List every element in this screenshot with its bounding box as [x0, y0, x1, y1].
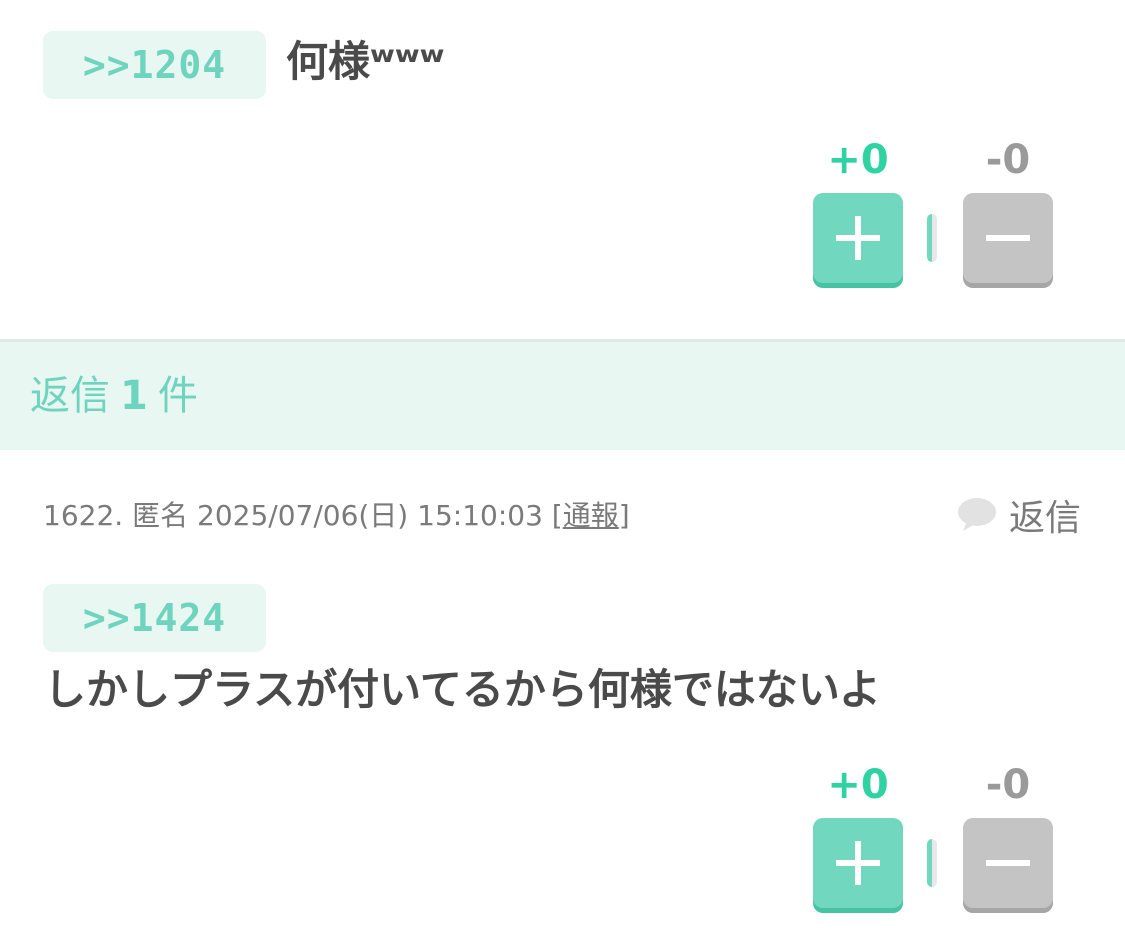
reply-button[interactable]: 返信	[957, 490, 1081, 540]
post-1204-reply: >>1204 何様ʷʷʷ +0 -0	[0, 0, 1125, 340]
report-link[interactable]: 通報	[563, 499, 619, 532]
vote-ratio-meter	[927, 839, 937, 887]
reply-button-label: 返信	[1008, 498, 1081, 539]
vote-panel: +0 -0	[813, 760, 1053, 908]
plus-count: +0	[827, 137, 889, 183]
report-bracket-open: [	[551, 499, 563, 532]
post-body: しかしプラスが付いてるから何様ではないよ	[44, 665, 882, 714]
post-1622: 1622. 匿名 2025/07/06(日) 15:10:03 [通報] 返信 …	[0, 450, 1125, 950]
minus-button[interactable]	[963, 193, 1053, 283]
post-body: 何様ʷʷʷ	[286, 37, 445, 86]
minus-icon	[986, 860, 1030, 866]
minus-count: -0	[985, 137, 1031, 183]
minus-icon	[986, 235, 1030, 241]
post-number: 1622.	[43, 499, 124, 532]
vote-ratio-fill	[927, 839, 932, 887]
vote-panel: +0 -0	[813, 135, 1053, 283]
speech-bubble-icon	[957, 498, 996, 531]
post-author: 匿名	[132, 499, 189, 532]
reply-count-suffix: 件	[157, 373, 198, 419]
post-meta: 1622. 匿名 2025/07/06(日) 15:10:03 [通報]	[43, 496, 630, 536]
plus-button[interactable]	[813, 193, 903, 283]
plus-count: +0	[827, 762, 889, 808]
post-datetime: 2025/07/06(日) 15:10:03	[197, 499, 543, 532]
reply-count-number: 1	[120, 373, 148, 419]
minus-button[interactable]	[963, 818, 1053, 908]
plus-icon	[836, 841, 880, 885]
plus-button[interactable]	[813, 818, 903, 908]
minus-count: -0	[985, 762, 1031, 808]
vote-ratio-meter	[927, 214, 937, 262]
plus-icon	[836, 216, 880, 260]
vote-ratio-fill	[927, 214, 932, 262]
anchor-link[interactable]: >>1424	[43, 584, 266, 652]
report-bracket-close: ]	[618, 499, 630, 532]
reply-count-bar: 返信 1 件	[0, 342, 1125, 450]
anchor-link[interactable]: >>1204	[43, 31, 266, 99]
reply-count-prefix: 返信	[30, 373, 110, 419]
